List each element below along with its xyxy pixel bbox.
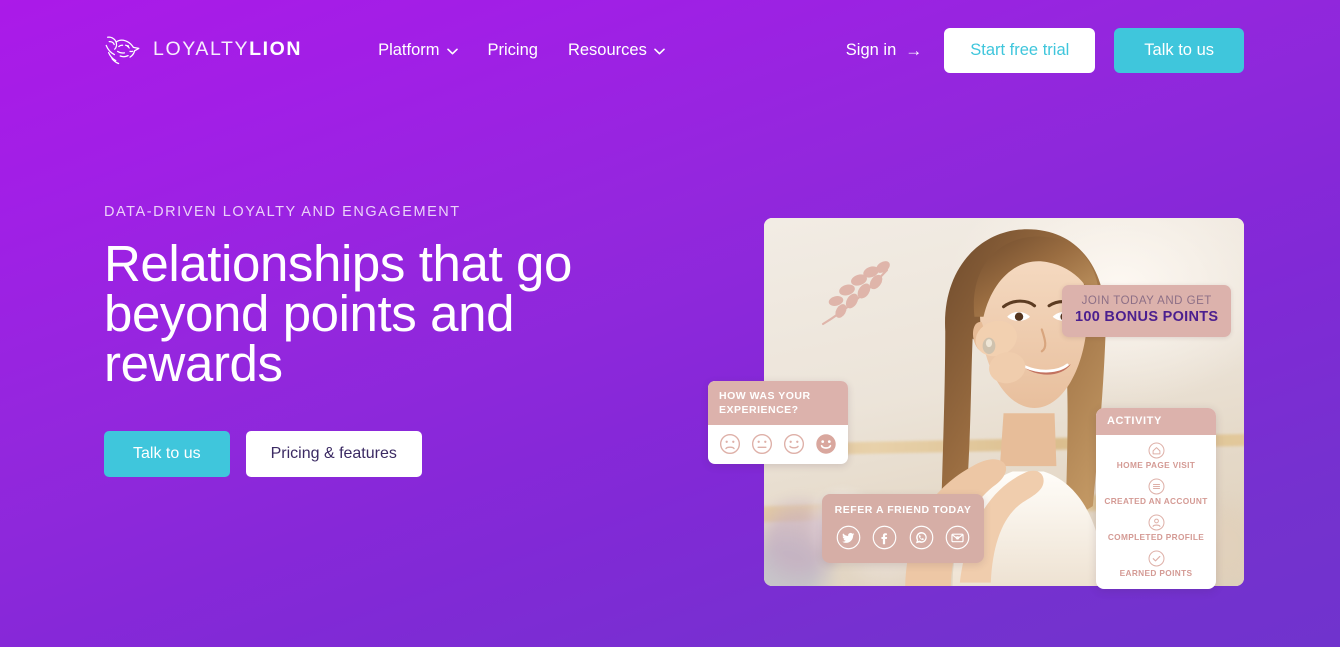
nav-item-platform-label: Platform [378,40,440,59]
hero-eyebrow: DATA-DRIVEN LOYALTY AND ENGAGEMENT [104,204,461,220]
join-bonus-points: 100 BONUS POINTS [1075,309,1219,326]
activity-item-completed-profile: COMPLETED PROFILE [1096,507,1216,543]
face-sad-icon[interactable] [719,433,741,455]
experience-survey-options [708,425,848,464]
list-icon [1148,478,1164,495]
experience-survey-card: HOW WAS YOUR EXPERIENCE? [708,381,848,465]
header-actions: Sign in → Start free trial Talk to us [846,27,1244,73]
activity-card: ACTIVITY HOME PAGE VISIT CREATED AN ACCO… [1096,408,1216,589]
face-happy-icon[interactable] [815,433,837,455]
activity-item-label: COMPLETED PROFILE [1107,531,1205,542]
brand-word-light: LOYALTY [153,38,250,61]
brand-wordmark: LOYALTYLION [153,40,302,60]
activity-item-earned-points: EARNED POINTS [1096,543,1216,579]
main-navigation: Platform Pricing Resources [378,42,665,59]
sign-in-link[interactable]: Sign in → [846,42,922,59]
activity-item-home-page-visit: HOME PAGE VISIT [1096,435,1216,471]
sign-in-label: Sign in [845,40,897,59]
leaf-branch-decoration-icon [821,261,890,326]
site-header: LOYALTYLION Platform Pricing Resources S… [0,0,1340,100]
whatsapp-icon[interactable] [909,525,934,550]
activity-item-created-an-account: CREATED AN ACCOUNT [1096,471,1216,507]
hero-section: DATA-DRIVEN LOYALTY AND ENGAGEMENT Relat… [0,100,1340,647]
nav-item-resources[interactable]: Resources [568,42,665,59]
hero-artwork: JOIN TODAY AND GET 100 BONUS POINTS HOW … [708,218,1244,618]
activity-item-label: CREATED AN ACCOUNT [1104,495,1208,506]
person-icon [1148,514,1164,531]
nav-item-pricing-label: Pricing [487,40,538,59]
facebook-icon[interactable] [872,525,897,550]
refer-a-friend-title: REFER A FRIEND TODAY [834,504,972,516]
hero-cta-group: Talk to us Pricing & features [104,430,664,477]
page-title: Relationships that go beyond points and … [104,234,572,392]
brand-word-bold: LION [249,38,303,61]
home-icon [1148,442,1164,459]
hero-talk-to-us-button[interactable]: Talk to us [104,430,230,477]
nav-item-pricing[interactable]: Pricing [488,42,538,59]
chevron-down-icon [654,48,665,54]
activity-card-title: ACTIVITY [1096,408,1216,435]
experience-survey-title: HOW WAS YOUR EXPERIENCE? [708,381,848,426]
brand-logo[interactable]: LOYALTYLION [104,33,302,67]
twitter-icon[interactable] [836,525,861,550]
lion-head-icon [105,36,140,65]
face-neutral-icon[interactable] [751,433,773,455]
refer-a-friend-card: REFER A FRIEND TODAY [822,494,984,563]
arrow-right-icon: → [905,40,923,60]
refer-a-friend-social-list [834,525,972,550]
face-smile-icon[interactable] [783,433,805,455]
nav-item-resources-label: Resources [567,40,647,59]
chevron-down-icon [446,48,458,54]
hero-copy: DATA-DRIVEN LOYALTY AND ENGAGEMENT Relat… [104,100,664,477]
email-icon[interactable] [945,525,970,550]
start-free-trial-button[interactable]: Start free trial [944,27,1096,73]
join-bonus-headline: JOIN TODAY AND GET [1081,295,1212,307]
join-bonus-card: JOIN TODAY AND GET 100 BONUS POINTS [1062,285,1232,337]
activity-item-label: EARNED POINTS [1119,567,1193,578]
nav-item-platform[interactable]: Platform [378,40,458,59]
check-circle-icon [1148,550,1164,567]
header-talk-to-us-button[interactable]: Talk to us [1114,27,1244,73]
hero-pricing-features-button[interactable]: Pricing & features [245,430,422,477]
activity-item-label: HOME PAGE VISIT [1116,460,1196,470]
